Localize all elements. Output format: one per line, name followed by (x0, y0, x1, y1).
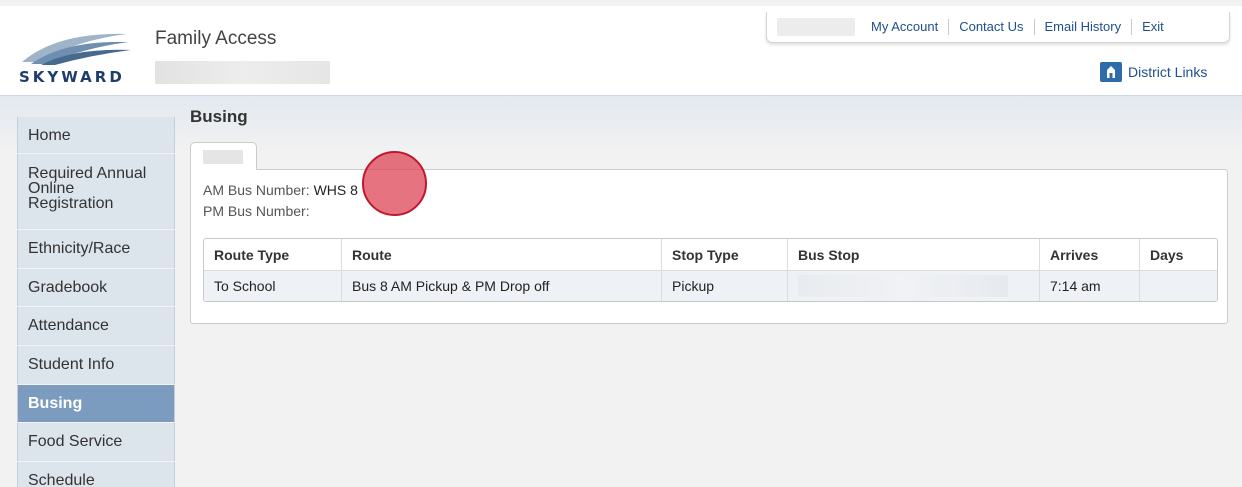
am-bus-value: WHS 8 (313, 182, 358, 198)
pm-bus-field: PM Bus Number: (203, 203, 314, 219)
student-tab[interactable] (190, 142, 257, 170)
bus-stop-redacted (798, 275, 1008, 297)
sidebar-item-gradebook[interactable]: Gradebook (17, 269, 175, 307)
header-route[interactable]: Route (341, 239, 661, 270)
sidebar-item-ethnicity[interactable]: Ethnicity/Race (17, 230, 175, 269)
am-bus-field: AM Bus Number: WHS 8 (203, 182, 358, 198)
sidebar: Home Required Annual Online Registration… (17, 117, 175, 487)
header-arrives[interactable]: Arrives (1039, 239, 1139, 270)
header-route-type[interactable]: Route Type (204, 239, 341, 270)
top-navigation: My Account Contact Us Email History Exit (766, 12, 1230, 43)
building-icon (1100, 62, 1122, 82)
cell-route-type: To School (214, 278, 276, 294)
skyward-logo[interactable]: SKYWARD (17, 24, 147, 86)
header-days[interactable]: Days (1139, 239, 1217, 270)
logo-text: SKYWARD (19, 68, 125, 86)
pm-bus-label: PM Bus Number: (203, 203, 310, 219)
cell-stop-type: Pickup (661, 271, 787, 301)
page-title: Busing (190, 107, 248, 126)
header-stop-type[interactable]: Stop Type (661, 239, 787, 270)
sidebar-item-busing[interactable]: Busing (17, 385, 175, 423)
table-header-row: Route Type Route Stop Type Bus Stop Arri… (204, 239, 1217, 270)
cell-bus-stop (787, 271, 1039, 301)
am-bus-label: AM Bus Number: (203, 182, 310, 198)
district-links-button[interactable]: District Links (1100, 62, 1207, 82)
header: SKYWARD Family Access My Account Contact… (0, 0, 1242, 95)
header-bus-stop[interactable]: Bus Stop (787, 239, 1039, 270)
sidebar-item-registration[interactable]: Required Annual Online Registration (17, 154, 175, 230)
sidebar-item-food-service[interactable]: Food Service (17, 423, 175, 462)
busing-panel: AM Bus Number: WHS 8 PM Bus Number: Route… (190, 169, 1228, 324)
email-history-link[interactable]: Email History (1033, 19, 1132, 35)
content-band (0, 95, 1242, 155)
click-marker (362, 151, 427, 216)
bus-route-table: Route Type Route Stop Type Bus Stop Arri… (203, 238, 1218, 302)
exit-link[interactable]: Exit (1131, 19, 1174, 35)
contact-us-link[interactable]: Contact Us (948, 19, 1033, 35)
student-name-redacted (203, 150, 243, 164)
sidebar-item-home[interactable]: Home (17, 117, 175, 154)
cell-route: Bus 8 AM Pickup & PM Drop off (341, 271, 661, 301)
cell-days (1139, 271, 1217, 301)
my-account-link[interactable]: My Account (861, 19, 948, 35)
table-row[interactable]: To School Bus 8 AM Pickup & PM Drop off … (204, 270, 1217, 301)
app-title: Family Access (155, 28, 277, 49)
district-links-label: District Links (1128, 64, 1208, 80)
sidebar-item-schedule[interactable]: Schedule (17, 462, 175, 487)
cell-arrives: 7:14 am (1039, 271, 1139, 301)
sidebar-item-attendance[interactable]: Attendance (17, 307, 175, 346)
sidebar-item-student-info[interactable]: Student Info (17, 346, 175, 385)
user-name-redacted (155, 61, 330, 84)
redacted-user (777, 18, 855, 36)
